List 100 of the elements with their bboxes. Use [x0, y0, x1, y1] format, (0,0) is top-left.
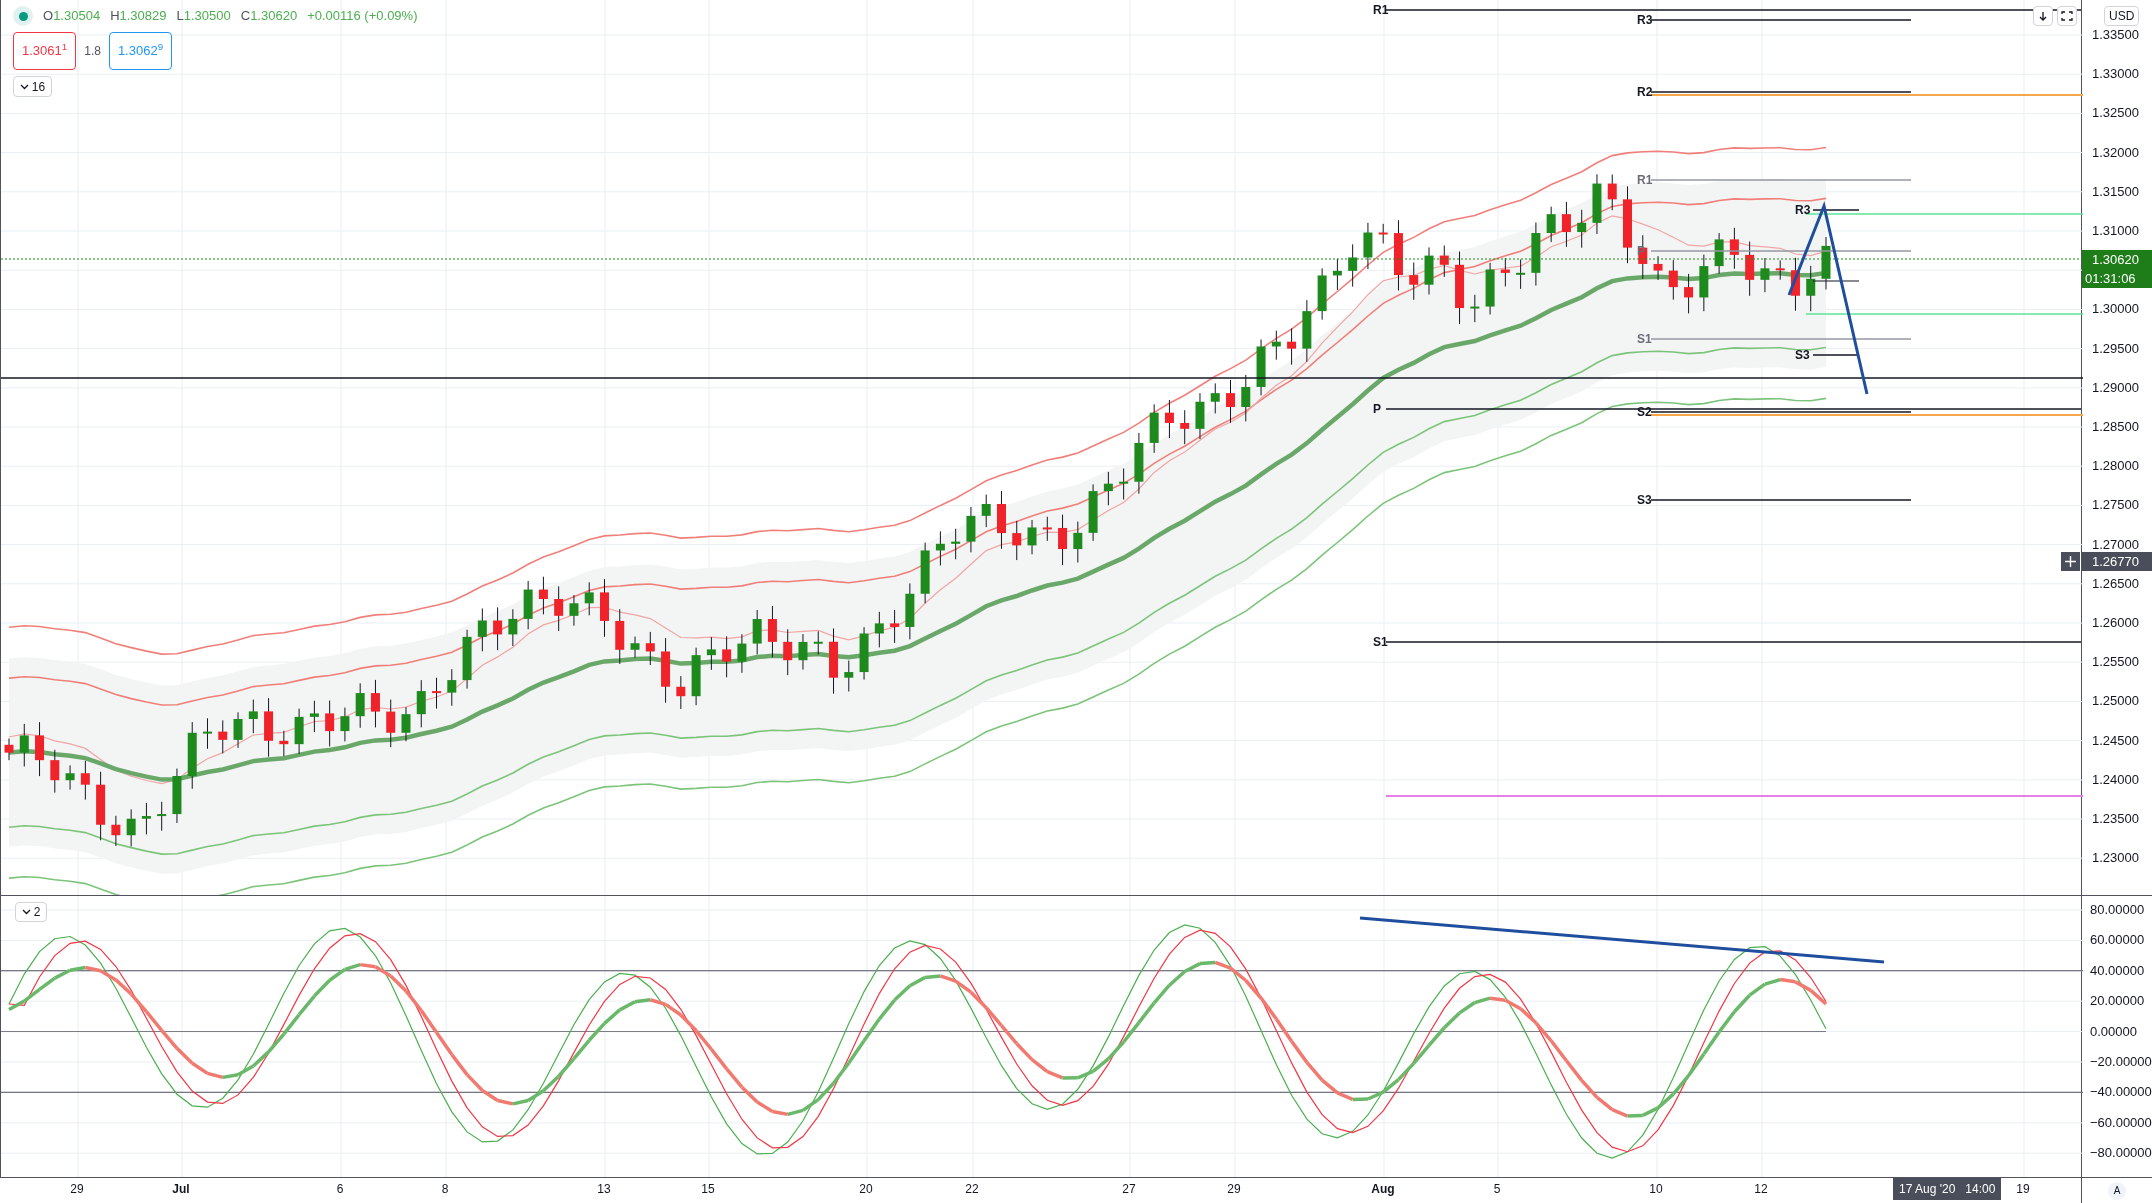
price-scale-label: 1.33000	[2092, 67, 2139, 81]
candle	[676, 675, 686, 710]
pivot-label: S3	[1637, 493, 1652, 507]
candle	[1180, 409, 1190, 445]
time-axis-label: 29	[1227, 1183, 1241, 1195]
candle	[997, 490, 1006, 550]
candle	[19, 723, 29, 767]
pivot-label: R1	[1373, 3, 1389, 17]
time-axis-label: Aug	[1371, 1183, 1395, 1195]
time-axis-label: 22	[965, 1183, 979, 1195]
indicator-toggle-button[interactable]: 2	[15, 902, 47, 922]
candle	[874, 611, 884, 648]
download-button[interactable]	[2033, 6, 2053, 26]
ohlc-value: C1.30620	[240, 7, 298, 26]
time-axis-label: 19	[2016, 1183, 2030, 1195]
candle	[752, 609, 762, 655]
candle	[905, 582, 915, 640]
candle	[508, 608, 518, 647]
candle	[630, 636, 640, 659]
candle	[1378, 223, 1388, 244]
candle	[1302, 299, 1312, 363]
oscillator-scale-label: 80.00000	[2090, 903, 2145, 916]
price-scale-label: 1.30000	[2092, 302, 2139, 316]
candle	[722, 635, 732, 678]
candle	[340, 707, 350, 742]
last-price-tag: 1.30620	[2082, 250, 2152, 269]
price-scale-label: 1.31500	[2092, 184, 2139, 198]
price-scale-label: 1.26500	[2092, 576, 2139, 590]
candle	[1424, 246, 1434, 295]
candle	[309, 700, 319, 733]
price-scale-label: 1.32500	[2092, 106, 2139, 120]
candle	[401, 706, 411, 742]
oscillator-scale-label: 0.00000	[2090, 1024, 2137, 1038]
candle	[111, 815, 121, 847]
plus-icon	[2065, 556, 2076, 567]
oscillator-scale-label: −20.00000	[2090, 1055, 2152, 1068]
candle	[981, 494, 991, 528]
candle	[813, 630, 823, 655]
candle	[477, 607, 487, 652]
candle	[432, 677, 442, 710]
candle	[1409, 262, 1419, 301]
time-axis-label: 6	[336, 1183, 344, 1195]
time-axis-label: 8	[441, 1183, 449, 1195]
pivot-line	[1812, 280, 1860, 282]
candle	[1699, 254, 1709, 312]
candle	[233, 711, 243, 749]
candle	[1760, 257, 1770, 293]
countdown-tag: 01:31:06	[2082, 269, 2152, 288]
candle	[294, 708, 304, 755]
candle	[661, 637, 671, 704]
fullscreen-button[interactable]	[2057, 6, 2077, 26]
candle	[1164, 399, 1174, 439]
candle	[1470, 294, 1480, 323]
sell-price-button[interactable]: 1.3061$^{1}$	[13, 32, 77, 70]
time-axis-label: 5	[1493, 1183, 1501, 1195]
candle	[1348, 243, 1358, 288]
candle	[370, 679, 380, 728]
candle	[1577, 209, 1587, 249]
candle	[386, 699, 396, 748]
candle	[141, 802, 151, 835]
pivot-label: P	[1373, 402, 1381, 416]
candle	[920, 542, 930, 604]
candle	[523, 580, 533, 630]
candle	[1058, 514, 1068, 566]
candle	[584, 581, 594, 616]
time-axis-label: Jul	[172, 1183, 190, 1195]
candle	[1668, 259, 1678, 301]
candle	[96, 771, 106, 841]
candle	[569, 594, 579, 627]
pivot-label: R3	[1637, 13, 1653, 27]
candle	[966, 506, 976, 553]
candle	[783, 628, 793, 676]
price-scale-label: 1.28000	[2092, 459, 2139, 473]
candle	[126, 808, 136, 847]
candle	[1103, 471, 1113, 506]
auto-scale-button[interactable]: A	[2108, 1181, 2126, 1200]
candle	[1745, 241, 1755, 297]
candle	[554, 585, 564, 632]
candle	[1561, 201, 1571, 248]
pivot-label: R2	[1637, 85, 1653, 99]
add-button[interactable]	[2061, 552, 2080, 571]
price-scale-label: 1.25000	[2092, 694, 2139, 708]
pivot-label: S1	[1373, 635, 1388, 649]
price-scale-label: 1.27000	[2092, 537, 2139, 551]
time-axis-label: 10	[1649, 1183, 1663, 1195]
candle	[447, 668, 457, 707]
price-scale-label: 1.23500	[2092, 812, 2139, 825]
candle	[1531, 221, 1541, 287]
price-scale-label: 1.26000	[2092, 616, 2139, 629]
pivot-label: S1	[1637, 332, 1652, 346]
indicator-toggle-button[interactable]: 16	[13, 76, 52, 97]
candle	[798, 633, 808, 671]
candle	[325, 700, 335, 747]
candle	[951, 528, 961, 560]
candle	[1134, 432, 1144, 495]
candle	[737, 633, 747, 674]
crosshair-time-tag: 17 Aug '20 14:00	[1893, 1178, 2002, 1200]
price-scale-label: 1.33500	[2092, 28, 2139, 41]
price-scale-label: 1.28500	[2092, 420, 2139, 433]
candle	[600, 578, 609, 638]
